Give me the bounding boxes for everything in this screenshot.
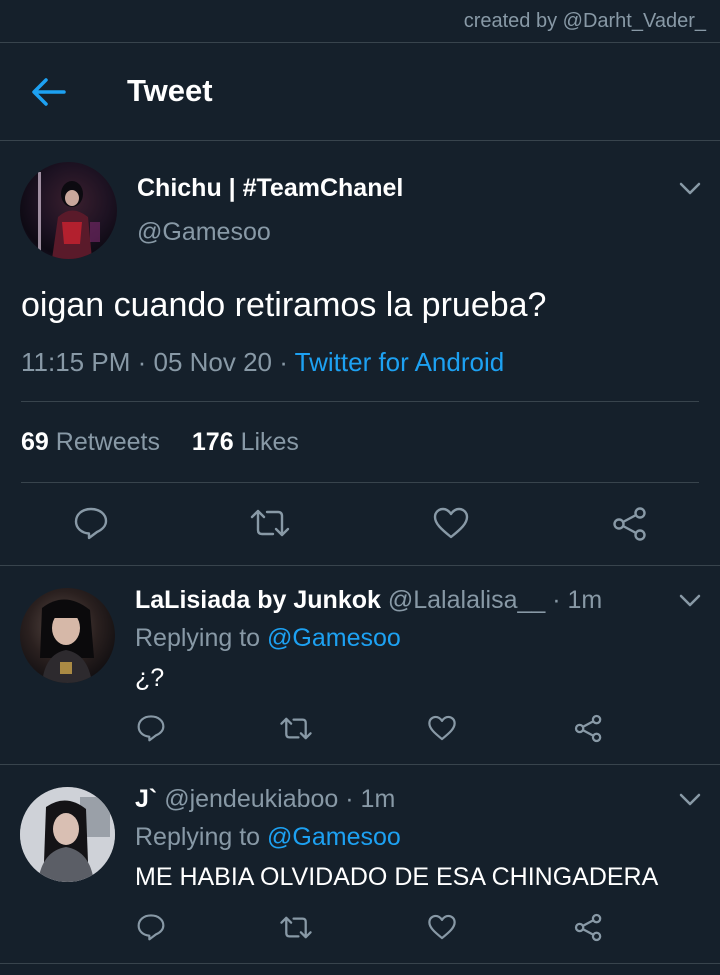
- page-title: Tweet: [127, 73, 213, 108]
- retweet-icon[interactable]: [279, 716, 313, 741]
- display-name[interactable]: Chichu | #TeamChanel: [137, 174, 403, 203]
- reply-icon[interactable]: [73, 506, 109, 540]
- meta-separator: ·: [345, 785, 361, 813]
- watermark-credit: created by @Darht_Vader_: [463, 10, 706, 32]
- tweet-text: oigan cuando retiramos la prueba?: [21, 286, 547, 324]
- retweets-label: Retweets: [55, 428, 160, 456]
- chevron-down-icon[interactable]: [679, 594, 701, 608]
- tweet-actions: [0, 504, 720, 544]
- reply-time: 1m: [360, 785, 396, 813]
- chevron-down-icon[interactable]: [679, 182, 701, 196]
- tweet-date: 05 Nov 20: [153, 347, 273, 377]
- like-icon[interactable]: [427, 714, 457, 742]
- mention-link[interactable]: @Gamesoo: [267, 823, 401, 851]
- display-name[interactable]: J`: [135, 785, 157, 813]
- replying-label: Replying to: [135, 823, 261, 851]
- reply-text: ¿?: [135, 664, 165, 692]
- like-icon[interactable]: [427, 913, 457, 941]
- chevron-down-icon[interactable]: [679, 793, 701, 807]
- reply-time: 1m: [567, 586, 603, 614]
- avatar[interactable]: [20, 588, 115, 683]
- reply-actions: [0, 714, 720, 748]
- share-icon[interactable]: [574, 714, 603, 743]
- avatar[interactable]: [20, 162, 117, 259]
- main-tweet: Chichu | #TeamChanel @Gamesoo oigan cuan…: [0, 142, 720, 566]
- back-arrow-icon[interactable]: [30, 77, 66, 107]
- user-handle[interactable]: @Gamesoo: [137, 218, 271, 247]
- likes-label: Likes: [240, 428, 299, 456]
- reply-icon[interactable]: [136, 913, 166, 941]
- retweet-icon[interactable]: [249, 508, 291, 538]
- reply-actions: [0, 913, 720, 947]
- divider: [21, 401, 699, 402]
- meta-separator: ·: [137, 347, 154, 377]
- tweet-time: 11:15 PM: [21, 347, 131, 377]
- likes-stat[interactable]: 176 Likes: [192, 428, 299, 456]
- divider: [21, 482, 699, 483]
- replying-to: Replying to @Gamesoo: [135, 823, 401, 852]
- reply-tweet[interactable]: LaLisiada by Junkok @Lalalalisa__ · 1m R…: [0, 566, 720, 765]
- meta-separator: ·: [279, 347, 295, 377]
- reply-text: ME HABIA OLVIDADO DE ESA CHINGADERA: [135, 863, 659, 891]
- mention-link[interactable]: @Gamesoo: [267, 624, 401, 652]
- avatar-image: [20, 787, 115, 882]
- reply-header: J` @jendeukiaboo · 1m: [135, 785, 395, 814]
- avatar[interactable]: [20, 787, 115, 882]
- tweet-meta: 11:15 PM · 05 Nov 20 · Twitter for Andro…: [21, 347, 504, 378]
- reply-tweet[interactable]: J` @jendeukiaboo · 1m Replying to @Games…: [0, 765, 720, 964]
- reply-icon[interactable]: [136, 714, 166, 742]
- likes-count: 176: [191, 428, 234, 456]
- user-handle[interactable]: @jendeukiaboo: [164, 785, 338, 813]
- meta-separator: ·: [552, 586, 568, 614]
- avatar-image: [38, 172, 100, 259]
- replying-to: Replying to @Gamesoo: [135, 624, 401, 653]
- reply-header: LaLisiada by Junkok @Lalalalisa__ · 1m: [135, 586, 602, 615]
- share-icon[interactable]: [612, 506, 648, 542]
- retweets-count: 69: [21, 428, 49, 456]
- like-icon[interactable]: [432, 506, 470, 540]
- display-name[interactable]: LaLisiada by Junkok: [135, 586, 381, 614]
- avatar-image: [40, 599, 94, 683]
- retweets-stat[interactable]: 69 Retweets: [21, 428, 160, 456]
- replying-label: Replying to: [135, 624, 261, 652]
- tweet-source-link[interactable]: Twitter for Android: [295, 347, 505, 377]
- tweet-stats: 69 Retweets 176 Likes: [21, 428, 299, 457]
- retweet-icon[interactable]: [279, 915, 313, 940]
- share-icon[interactable]: [574, 913, 603, 942]
- user-handle[interactable]: @Lalalalisa__: [388, 586, 545, 614]
- app-header: Tweet: [0, 43, 720, 141]
